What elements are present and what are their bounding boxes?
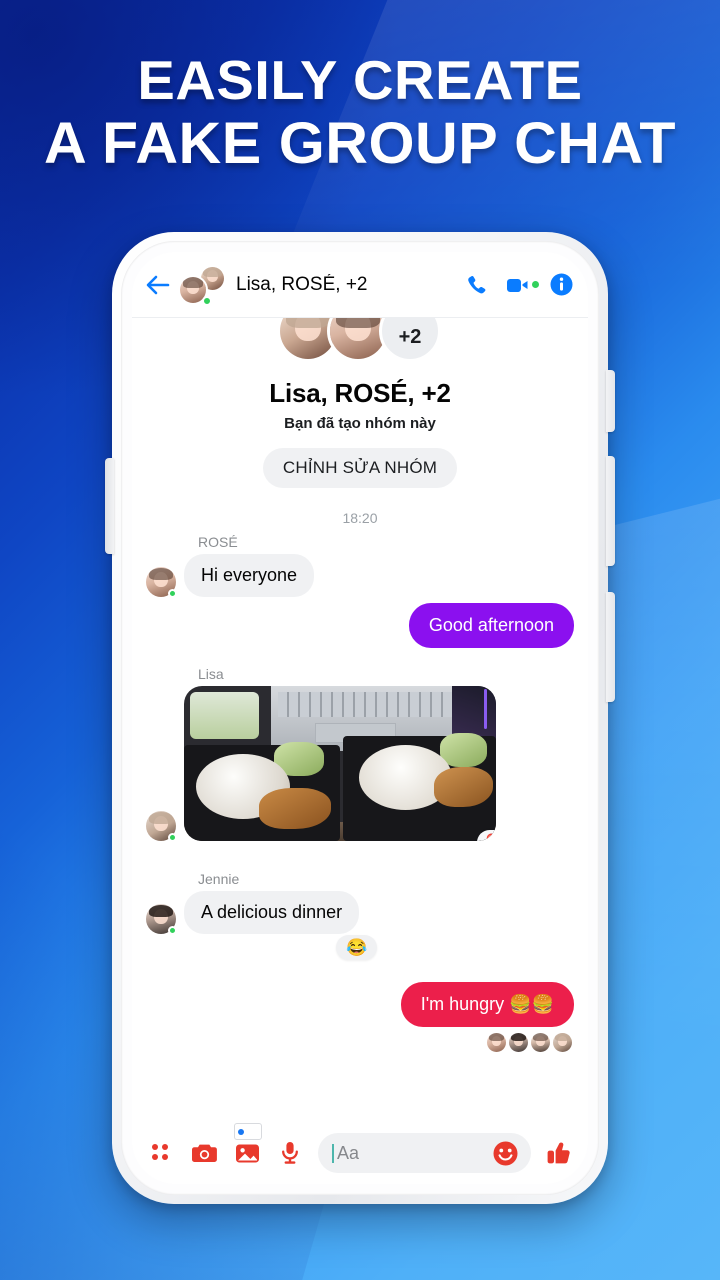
group-subtitle: Bạn đã tạo nhóm này xyxy=(284,415,436,432)
message-row-photo: ❤️ xyxy=(146,686,574,842)
avatar xyxy=(146,904,177,935)
message-bubble[interactable]: Hi everyone xyxy=(184,554,315,597)
avatar xyxy=(146,811,177,842)
gallery-new-badge xyxy=(234,1123,262,1140)
message-row-incoming: Hi everyone xyxy=(146,554,574,598)
phone-side-button-3[interactable] xyxy=(606,592,615,702)
headline-line-2: A FAKE GROUP CHAT xyxy=(43,111,677,176)
online-status-dot xyxy=(168,926,177,935)
message-sender-name: Jennie xyxy=(198,871,240,887)
edit-group-button[interactable]: CHỈNH SỬA NHÓM xyxy=(262,448,458,488)
grid-apps-icon[interactable] xyxy=(146,1138,176,1168)
message-input-placeholder: Aa xyxy=(337,1142,360,1163)
online-status-dot xyxy=(202,295,212,306)
video-camera-icon[interactable] xyxy=(506,272,539,298)
photo-content xyxy=(184,686,496,841)
online-status-dot xyxy=(168,589,177,598)
phone-side-button-1[interactable] xyxy=(606,370,615,432)
message-composer: Aa xyxy=(132,1122,588,1184)
avatar xyxy=(553,1033,572,1052)
chat-title: Lisa, ROSÉ, +2 xyxy=(236,273,368,295)
avatar xyxy=(487,1033,506,1052)
message-reaction[interactable]: 😂 xyxy=(336,935,378,960)
avatar-extra-count: +2 xyxy=(379,318,441,362)
headline-line-1: EASILY CREATE xyxy=(137,49,583,111)
header-avatar-stack[interactable] xyxy=(178,264,226,306)
photo-message[interactable]: ❤️ xyxy=(184,686,496,841)
group-name: Lisa, ROSÉ, +2 xyxy=(269,378,451,408)
video-online-dot xyxy=(532,280,539,288)
promo-headline: EASILY CREATE A FAKE GROUP CHAT xyxy=(0,48,720,176)
message-sender-name: Lisa xyxy=(198,666,224,682)
camera-icon[interactable] xyxy=(189,1138,219,1168)
message-bubble[interactable]: I'm hungry 🍔🍔 xyxy=(400,982,574,1027)
phone-mockup: Lisa, ROSÉ, +2 +2 Lisa, ROSÉ, +2 Bạn đã … xyxy=(105,232,615,1204)
text-cursor xyxy=(332,1143,334,1163)
phone-volume-button[interactable] xyxy=(105,458,114,554)
promo-screen: EASILY CREATE A FAKE GROUP CHAT Lisa, RO… xyxy=(0,0,720,1280)
avatar xyxy=(146,567,177,598)
message-input[interactable]: Aa xyxy=(318,1133,531,1173)
back-arrow-icon[interactable] xyxy=(142,269,174,301)
avatar xyxy=(509,1033,528,1052)
message-row-outgoing: Good afternoon xyxy=(146,603,574,648)
message-row-incoming: A delicious dinner xyxy=(146,891,574,935)
message-bubble[interactable]: A delicious dinner xyxy=(184,891,360,934)
seen-by-avatars xyxy=(146,1033,574,1052)
message-timestamp: 18:20 xyxy=(342,510,378,526)
thumbs-up-icon[interactable] xyxy=(544,1138,574,1168)
message-sender-name: ROSÉ xyxy=(198,534,238,550)
microphone-icon[interactable] xyxy=(275,1138,305,1168)
message-row-outgoing: I'm hungry 🍔🍔 xyxy=(146,982,574,1027)
header-actions xyxy=(464,272,574,298)
phone-side-button-2[interactable] xyxy=(606,456,615,566)
group-avatar-stack[interactable]: +2 xyxy=(275,318,445,362)
messenger-app: Lisa, ROSÉ, +2 +2 Lisa, ROSÉ, +2 Bạn đã … xyxy=(132,252,588,1184)
group-intro: +2 Lisa, ROSÉ, +2 Bạn đã tạo nhóm này CH… xyxy=(146,318,574,488)
avatar xyxy=(531,1033,550,1052)
info-circle-icon[interactable] xyxy=(548,272,574,298)
gallery-image-icon[interactable] xyxy=(232,1123,262,1168)
phone-icon[interactable] xyxy=(464,272,490,298)
conversation-scroll[interactable]: +2 Lisa, ROSÉ, +2 Bạn đã tạo nhóm này CH… xyxy=(132,318,588,1122)
chat-header: Lisa, ROSÉ, +2 xyxy=(132,252,588,318)
emoji-smiley-icon[interactable] xyxy=(492,1140,519,1167)
message-bubble[interactable]: Good afternoon xyxy=(408,603,574,648)
online-status-dot xyxy=(168,833,177,842)
